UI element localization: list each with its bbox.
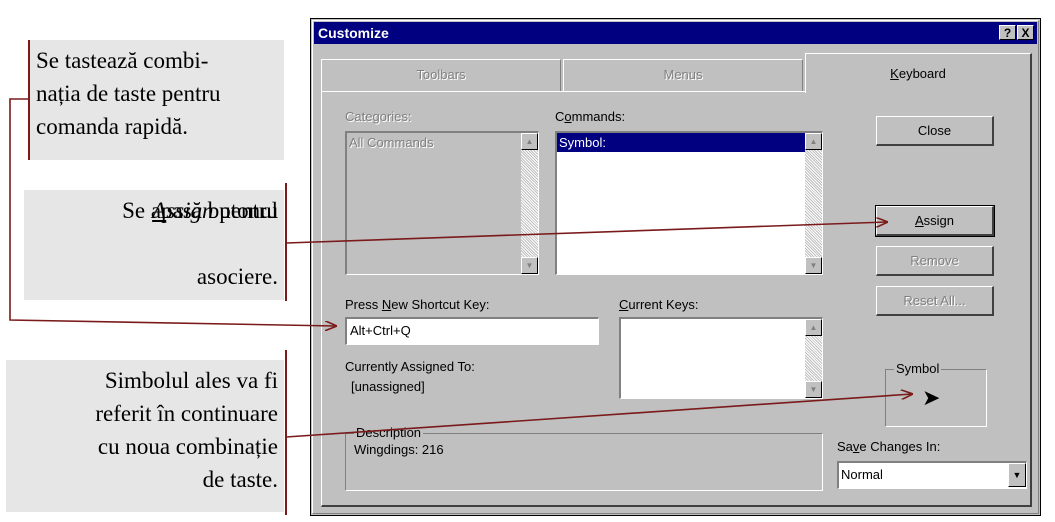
categories-label: Categories: <box>345 109 412 124</box>
callout-line: Se apasă butonul <box>122 198 278 223</box>
scroll-down-icon[interactable]: ▼ <box>805 381 822 398</box>
callout-bar <box>285 183 287 301</box>
current-keys-list[interactable]: ▲ ▼ <box>619 317 823 399</box>
tab-menus[interactable]: Menus <box>563 59 803 91</box>
callout-bar <box>285 350 287 515</box>
callout-line: asociere. <box>196 264 278 289</box>
scroll-up-icon[interactable]: ▲ <box>521 133 538 150</box>
help-button[interactable]: ? <box>999 25 1016 40</box>
chevron-down-icon[interactable]: ▼ <box>1008 463 1026 487</box>
press-shortcut-label: Press New Shortcut Key: <box>345 297 490 312</box>
commands-label: Commands: <box>555 109 626 124</box>
list-item-selected[interactable]: Symbol: <box>557 133 805 152</box>
tab-keyboard-label: Keyboard <box>890 66 946 81</box>
scroll-down-icon[interactable]: ▼ <box>805 257 822 274</box>
title-bar[interactable]: Customize ? X <box>314 22 1037 44</box>
remove-button[interactable]: Remove <box>876 246 994 276</box>
description-group: Description Wingdings: 216 <box>345 425 823 491</box>
commands-scrollbar[interactable]: ▲ ▼ <box>805 133 822 274</box>
shortcut-input[interactable]: Alt+Ctrl+Q <box>345 317 599 345</box>
symbol-group: Symbol ➤ <box>885 361 987 427</box>
assign-button[interactable]: Assign <box>875 205 995 237</box>
current-keys-scrollbar[interactable]: ▲ ▼ <box>805 319 822 398</box>
reset-all-button[interactable]: Reset All... <box>876 286 994 316</box>
description-label: Description <box>354 425 424 440</box>
scroll-up-icon[interactable]: ▲ <box>805 133 822 150</box>
commands-list[interactable]: Symbol: ▲ ▼ <box>555 131 823 275</box>
save-changes-value: Normal <box>841 467 883 482</box>
callout-line: Simbolul ales va fi <box>104 368 278 393</box>
tab-toolbars[interactable]: Toolbars <box>321 59 561 91</box>
scroll-down-icon[interactable]: ▼ <box>521 257 538 274</box>
callout-assign-text: Se apasă butonul x asociere. <box>24 190 284 300</box>
callout-bar <box>28 40 30 160</box>
callout-symbol: Simbolul ales va fi referit în continuar… <box>6 360 284 512</box>
list-item[interactable]: All Commands <box>347 133 538 152</box>
symbol-glyph-icon: ➤ <box>922 385 941 410</box>
close-icon[interactable]: X <box>1017 25 1034 40</box>
tab-keyboard[interactable]: Keyboard <box>805 53 1032 93</box>
callout-shortcut: Se tastează combi- nația de taste pentru… <box>30 40 284 160</box>
current-keys-label: Current Keys: <box>619 297 699 312</box>
callout-line: comanda rapidă. <box>36 114 188 139</box>
close-button[interactable]: Close <box>876 116 994 146</box>
symbol-label: Symbol <box>894 361 942 376</box>
callout-line: Se tastează combi- <box>36 48 209 73</box>
callout-line: referit în continuare <box>95 401 278 426</box>
callout-line: cu noua combinație <box>97 434 278 459</box>
callout-line: de taste. <box>202 467 278 492</box>
customize-dialog: Customize ? X Toolbars Menus Keyboard Ca… <box>310 18 1041 516</box>
description-value: Wingdings: 216 <box>354 442 444 457</box>
save-changes-label: Save Changes In: <box>837 439 941 454</box>
assigned-label: Currently Assigned To: <box>345 359 475 374</box>
callout-line: nația de taste pentru <box>36 81 221 106</box>
assigned-value: [unassigned] <box>351 379 425 394</box>
save-changes-select[interactable]: Normal ▼ <box>837 461 1027 489</box>
categories-scrollbar[interactable]: ▲ ▼ <box>521 133 538 274</box>
dialog-title: Customize <box>318 25 389 41</box>
categories-list[interactable]: All Commands ▲ ▼ <box>345 131 539 275</box>
scroll-up-icon[interactable]: ▲ <box>805 319 822 336</box>
